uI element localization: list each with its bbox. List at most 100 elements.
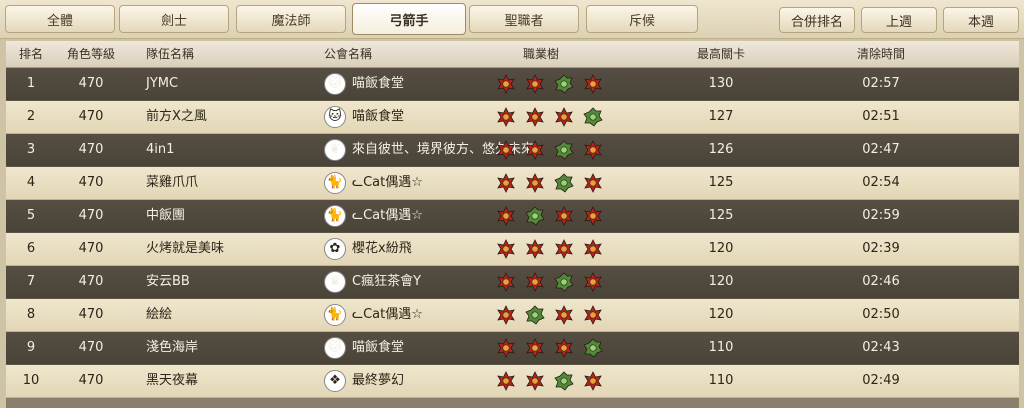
- team-name-cell: 安云BB: [146, 274, 190, 289]
- team-name-cell: 4in1: [146, 142, 175, 157]
- cat-face-icon: 🐈: [324, 304, 346, 326]
- green-job-emblem-icon: [554, 74, 574, 94]
- header-jobs: 職業樹: [522, 47, 559, 61]
- guild-name-cell: ᓚCat偶遇☆: [352, 208, 423, 223]
- green-job-emblem-icon: [525, 305, 545, 325]
- guild-name-cell: 櫻花x紛飛: [352, 241, 412, 256]
- red-job-emblem-icon: [525, 74, 545, 94]
- table-row[interactable]: 10 470 黑天夜幕 ❖ 最終夢幻 110 02:49: [6, 365, 1019, 398]
- class-tab-bar: 全體 劍士 魔法師 弓箭手 聖職者 斥候 合併排名 上週 本週: [0, 0, 1024, 39]
- clear-time-cell: 02:57: [862, 76, 900, 91]
- green-job-emblem-icon: [554, 371, 574, 391]
- level-cell: 470: [78, 307, 104, 322]
- level-cell: 470: [78, 76, 104, 91]
- table-row[interactable]: 2 470 前方X之風 🐱 喵飯食堂 127 02:51: [6, 101, 1019, 134]
- rank-cell: 1: [26, 76, 36, 91]
- red-job-emblem-icon: [496, 371, 516, 391]
- red-job-emblem-icon: [525, 107, 545, 127]
- team-name-cell: 黑天夜幕: [146, 373, 199, 388]
- level-cell: 470: [78, 208, 104, 223]
- clear-time-cell: 02:59: [862, 208, 900, 223]
- table-row[interactable]: 8 470 絵絵 🐈 ᓚCat偶遇☆ 120 02:50: [6, 299, 1019, 332]
- rank-cell: 9: [26, 340, 36, 355]
- highest-stage-cell: 130: [708, 76, 734, 91]
- clear-time-cell: 02:47: [862, 142, 900, 157]
- ranking-table: 排名 角色等級 隊伍名稱 公會名稱 職業樹 最高關卡 清除時間 1 470 JYMC…: [6, 41, 1019, 408]
- merge-ranking-button[interactable]: 合併排名: [779, 7, 855, 33]
- rank-cell: 10: [22, 373, 40, 388]
- red-job-emblem-icon: [583, 173, 603, 193]
- tea-hat-icon: ♛: [324, 271, 346, 293]
- highest-stage-cell: 120: [708, 274, 734, 289]
- red-job-emblem-icon: [496, 305, 516, 325]
- cat-avatar-icon: 🐱: [324, 73, 346, 95]
- red-job-emblem-icon: [496, 239, 516, 259]
- red-job-emblem-icon: [583, 140, 603, 160]
- level-cell: 470: [78, 142, 104, 157]
- highest-stage-cell: 110: [708, 340, 734, 355]
- guild-name-cell: C瘋狂茶會Y: [352, 274, 422, 289]
- team-name-cell: 前方X之風: [146, 109, 207, 124]
- tab-priest[interactable]: 聖職者: [469, 5, 579, 33]
- table-row[interactable]: 1 470 JYMC 🐱 喵飯食堂 130 02:57: [6, 68, 1019, 101]
- rank-cell: 5: [26, 208, 36, 223]
- tab-scout[interactable]: 斥候: [586, 5, 698, 33]
- clear-time-cell: 02:39: [862, 241, 900, 256]
- rank-cell: 3: [26, 142, 36, 157]
- red-job-emblem-icon: [554, 206, 574, 226]
- red-job-emblem-icon: [525, 140, 545, 160]
- last-week-button[interactable]: 上週: [861, 7, 937, 33]
- rank-cell: 7: [26, 274, 36, 289]
- red-job-emblem-icon: [583, 371, 603, 391]
- green-job-emblem-icon: [583, 107, 603, 127]
- table-row[interactable]: 7 470 安云BB ♛ C瘋狂茶會Y 120 02:46: [6, 266, 1019, 299]
- tab-all[interactable]: 全體: [5, 5, 115, 33]
- red-job-emblem-icon: [496, 338, 516, 358]
- team-name-cell: 絵絵: [146, 307, 173, 322]
- tab-mage[interactable]: 魔法師: [236, 5, 346, 33]
- green-job-emblem-icon: [583, 338, 603, 358]
- red-job-emblem-icon: [525, 239, 545, 259]
- red-job-emblem-icon: [554, 338, 574, 358]
- guild-name-cell: 喵飯食堂: [352, 340, 405, 355]
- red-job-emblem-icon: [496, 272, 516, 292]
- red-job-emblem-icon: [554, 107, 574, 127]
- tab-swordsman[interactable]: 劍士: [119, 5, 229, 33]
- team-name-cell: JYMC: [146, 76, 179, 91]
- highest-stage-cell: 127: [708, 109, 734, 124]
- clear-time-cell: 02:50: [862, 307, 900, 322]
- phoenix-icon: ❦: [324, 139, 346, 161]
- header-time: 清除時間: [856, 47, 905, 61]
- table-row[interactable]: 9 470 淺色海岸 🐱 喵飯食堂 110 02:43: [6, 332, 1019, 365]
- highest-stage-cell: 120: [708, 307, 734, 322]
- header-team: 隊伍名稱: [146, 47, 195, 61]
- team-name-cell: 火烤就是美味: [146, 241, 225, 256]
- guild-name-cell: 最終夢幻: [352, 373, 405, 388]
- level-cell: 470: [78, 274, 104, 289]
- level-cell: 470: [78, 175, 104, 190]
- team-name-cell: 菜雞爪爪: [146, 175, 199, 190]
- rank-cell: 4: [26, 175, 36, 190]
- cat-avatar-icon: 🐱: [324, 337, 346, 359]
- header-guild: 公會名稱: [324, 47, 373, 61]
- highest-stage-cell: 125: [708, 208, 734, 223]
- red-job-emblem-icon: [496, 173, 516, 193]
- table-row[interactable]: 4 470 菜雞爪爪 🐈 ᓚCat偶遇☆ 125 02:54: [6, 167, 1019, 200]
- table-row[interactable]: 5 470 中飯團 🐈 ᓚCat偶遇☆ 125 02:59: [6, 200, 1019, 233]
- red-job-emblem-icon: [496, 107, 516, 127]
- level-cell: 470: [78, 340, 104, 355]
- guild-name-cell: ᓚCat偶遇☆: [352, 307, 423, 322]
- guild-name-cell: 喵飯食堂: [352, 109, 405, 124]
- table-row[interactable]: 3 470 4in1 ❦ 來自彼世、境界彼方、悠久未來 126 02:47: [6, 134, 1019, 167]
- tab-archer[interactable]: 弓箭手: [352, 3, 466, 35]
- red-job-emblem-icon: [583, 206, 603, 226]
- green-job-emblem-icon: [554, 173, 574, 193]
- red-job-emblem-icon: [525, 272, 545, 292]
- this-week-button[interactable]: 本週: [943, 7, 1019, 33]
- table-row[interactable]: 6 470 火烤就是美味 ✿ 櫻花x紛飛 120 02:39: [6, 233, 1019, 266]
- red-job-emblem-icon: [554, 239, 574, 259]
- red-job-emblem-icon: [583, 74, 603, 94]
- green-job-emblem-icon: [554, 140, 574, 160]
- rank-cell: 8: [26, 307, 36, 322]
- clear-time-cell: 02:54: [862, 175, 900, 190]
